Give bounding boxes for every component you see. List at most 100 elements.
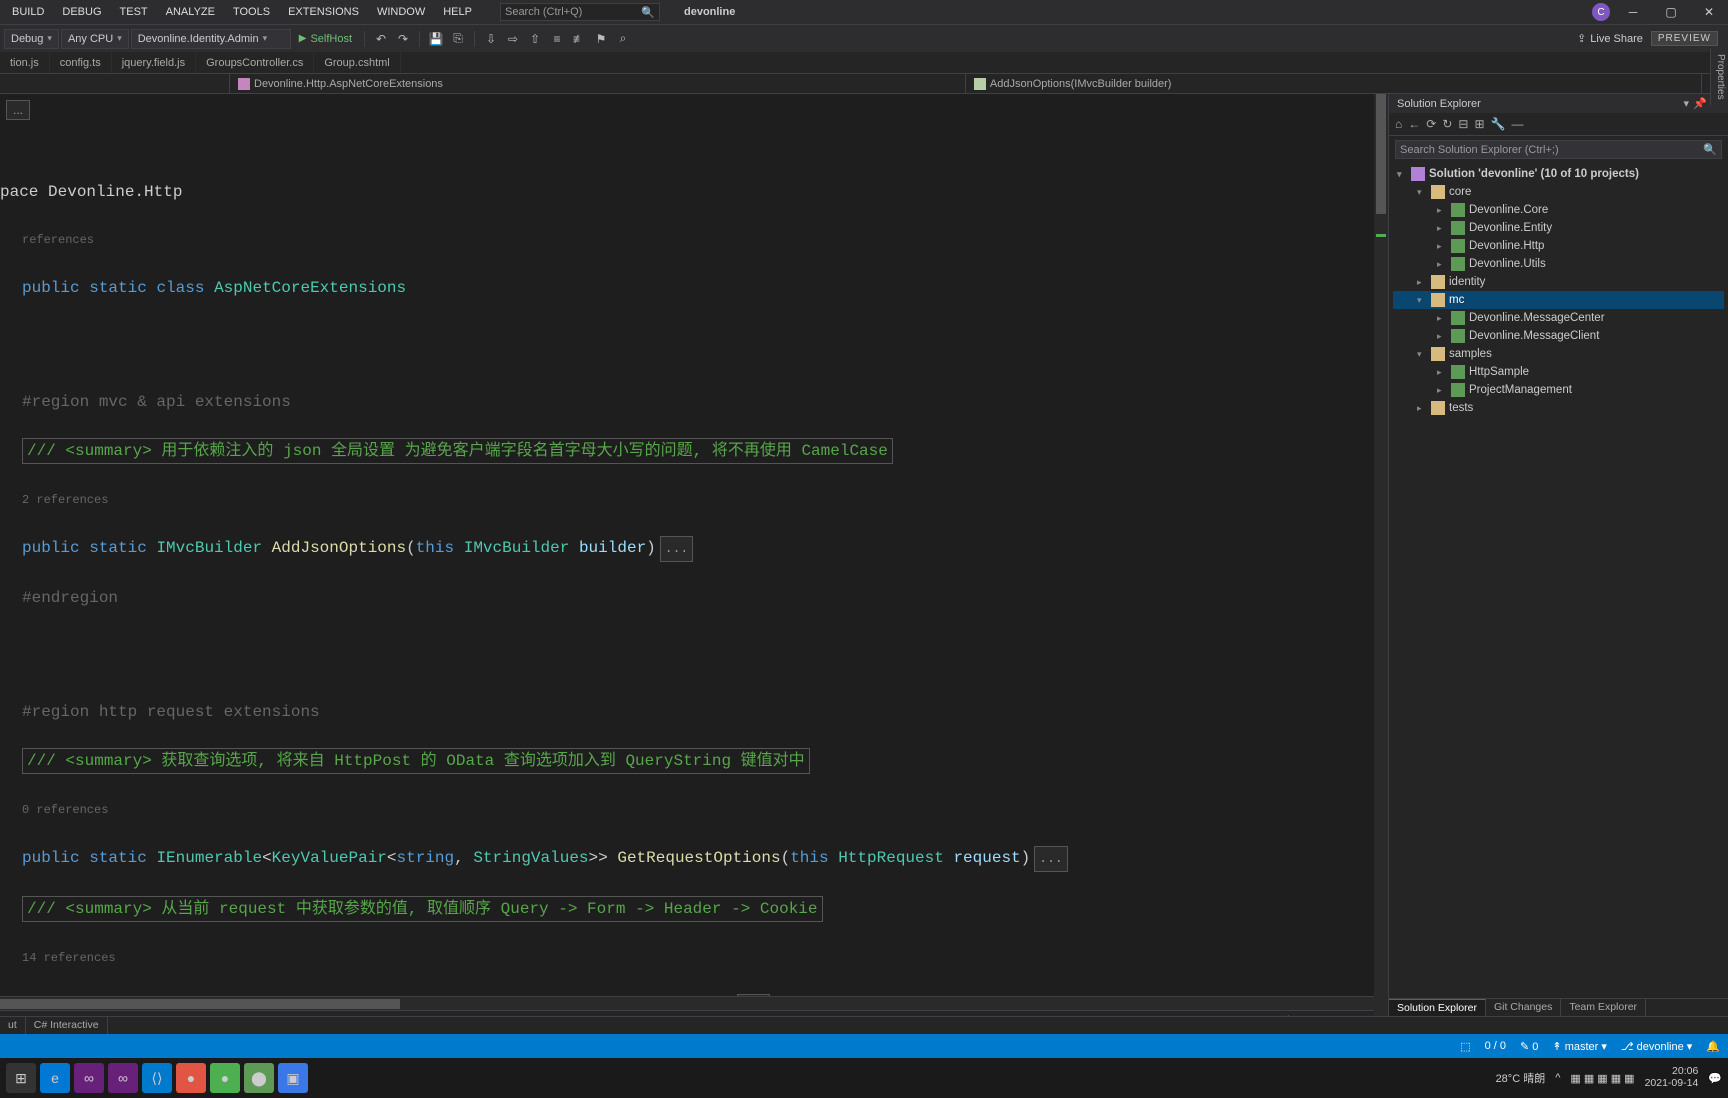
menu-help[interactable]: HELP: [435, 4, 480, 20]
vertical-scrollbar[interactable]: [1374, 94, 1388, 1016]
tab-groupscontroller[interactable]: GroupsController.cs: [196, 52, 314, 73]
back-icon[interactable]: ←: [1408, 117, 1420, 131]
redo-icon[interactable]: ↷: [393, 29, 413, 49]
fold-indicator[interactable]: ...: [6, 100, 30, 120]
uncomment-icon[interactable]: ≢: [569, 29, 589, 49]
tab-output[interactable]: ut: [0, 1017, 26, 1034]
properties-icon[interactable]: 🔧: [1491, 117, 1506, 131]
menu-window[interactable]: WINDOW: [369, 4, 433, 20]
app-icon[interactable]: ▣: [278, 1063, 308, 1093]
nav-scope[interactable]: [0, 74, 230, 93]
project-projectmanagement[interactable]: ▸ProjectManagement: [1393, 381, 1724, 399]
live-share-button[interactable]: ⇪ Live Share: [1577, 32, 1643, 45]
solution-root[interactable]: ▾Solution 'devonline' (10 of 10 projects…: [1393, 165, 1724, 183]
find-icon[interactable]: ⌕: [613, 29, 633, 49]
weather-widget[interactable]: 28°C 晴朗: [1496, 1070, 1546, 1086]
show-all-icon[interactable]: ⊞: [1474, 117, 1484, 131]
tab-configts[interactable]: config.ts: [50, 52, 112, 73]
sync-icon[interactable]: ⟳: [1426, 117, 1436, 131]
collapse-icon[interactable]: ...: [1034, 846, 1067, 872]
tab-solution-explorer[interactable]: Solution Explorer: [1389, 999, 1486, 1016]
project-devonline-http[interactable]: ▸Devonline.Http: [1393, 237, 1724, 255]
project-devonline-entity[interactable]: ▸Devonline.Entity: [1393, 219, 1724, 237]
save-all-icon[interactable]: ⎘: [448, 29, 468, 49]
menu-tools[interactable]: TOOLS: [225, 4, 278, 20]
solution-explorer-toolbar: ⌂ ← ⟳ ↻ ⊟ ⊞ 🔧 —: [1389, 113, 1728, 136]
project-messageclient[interactable]: ▸Devonline.MessageClient: [1393, 327, 1724, 345]
collapse-icon[interactable]: ...: [660, 536, 693, 562]
system-clock[interactable]: 20:06 2021-09-14: [1645, 1066, 1699, 1089]
folder-mc[interactable]: ▾mc: [1393, 291, 1724, 309]
visualstudio-icon[interactable]: ∞: [74, 1063, 104, 1093]
app-icon[interactable]: ⬤: [244, 1063, 274, 1093]
home-icon[interactable]: ⌂: [1395, 117, 1402, 131]
undo-icon[interactable]: ↶: [371, 29, 391, 49]
comment-icon[interactable]: ≡: [547, 29, 567, 49]
start-icon[interactable]: ⊞: [6, 1063, 36, 1093]
horizontal-scrollbar[interactable]: [0, 996, 1388, 1010]
vscroll-thumb[interactable]: [1376, 94, 1386, 214]
menu-build[interactable]: BUILD: [4, 4, 52, 20]
menu-extensions[interactable]: EXTENSIONS: [280, 4, 367, 20]
project-devonline-core[interactable]: ▸Devonline.Core: [1393, 201, 1724, 219]
project-messagecenter[interactable]: ▸Devonline.MessageCenter: [1393, 309, 1724, 327]
folder-tests[interactable]: ▸tests: [1393, 399, 1724, 417]
edge-icon[interactable]: e: [40, 1063, 70, 1093]
tab-groupcshtml[interactable]: Group.cshtml: [314, 52, 400, 73]
app-icon[interactable]: ●: [210, 1063, 240, 1093]
app-icon[interactable]: ●: [176, 1063, 206, 1093]
menu-test[interactable]: TEST: [112, 4, 156, 20]
notifications-icon[interactable]: 💬: [1708, 1072, 1722, 1085]
menu-analyze[interactable]: ANALYZE: [158, 4, 223, 20]
tab-jqueryfield[interactable]: jquery.field.js: [112, 52, 196, 73]
save-icon[interactable]: 💾: [426, 29, 446, 49]
project-devonline-utils[interactable]: ▸Devonline.Utils: [1393, 255, 1724, 273]
codelens-refs[interactable]: 14 references: [22, 946, 1380, 970]
method-icon: [974, 78, 986, 90]
step-out-icon[interactable]: ⇧: [525, 29, 545, 49]
git-repo[interactable]: ⎇ devonline ▾: [1621, 1040, 1692, 1053]
vscode-icon[interactable]: ⟨⟩: [142, 1063, 172, 1093]
notification-icon[interactable]: 🔔: [1706, 1040, 1720, 1053]
tray-chevron-icon[interactable]: ^: [1555, 1072, 1560, 1084]
config-dropdown[interactable]: Debug: [4, 29, 59, 49]
folder-identity[interactable]: ▸identity: [1393, 273, 1724, 291]
global-search-input[interactable]: Search (Ctrl+Q) 🔍: [500, 3, 660, 21]
folder-samples[interactable]: ▾samples: [1393, 345, 1724, 363]
collapse-all-icon[interactable]: ⊟: [1458, 117, 1468, 131]
pin-icon[interactable]: 📌: [1693, 97, 1707, 110]
visualstudio-icon[interactable]: ∞: [108, 1063, 138, 1093]
properties-tool-tab[interactable]: Properties: [1710, 48, 1728, 106]
codelens-refs[interactable]: 0 references: [22, 798, 1380, 822]
tab-tionjs[interactable]: tion.js: [0, 52, 50, 73]
nav-type-dropdown[interactable]: Devonline.Http.AspNetCoreExtensions: [230, 74, 966, 93]
code-editor[interactable]: ... pace Devonline.Http references publi…: [0, 94, 1388, 1016]
platform-dropdown[interactable]: Any CPU: [61, 29, 129, 49]
codelens-refs[interactable]: references: [22, 228, 1380, 252]
menu-debug[interactable]: DEBUG: [54, 4, 109, 20]
refresh-icon[interactable]: ↻: [1442, 117, 1452, 131]
project-httpsample[interactable]: ▸HttpSample: [1393, 363, 1724, 381]
step-over-icon[interactable]: ⇨: [503, 29, 523, 49]
minimize-button[interactable]: ─: [1618, 2, 1648, 22]
folder-core[interactable]: ▾core: [1393, 183, 1724, 201]
preview-icon[interactable]: —: [1511, 117, 1523, 131]
tab-team-explorer[interactable]: Team Explorer: [1561, 999, 1646, 1016]
bookmark-icon[interactable]: ⚑: [591, 29, 611, 49]
startup-project-dropdown[interactable]: Devonline.Identity.Admin: [131, 29, 291, 49]
tab-git-changes[interactable]: Git Changes: [1486, 999, 1561, 1016]
hscroll-thumb[interactable]: [0, 999, 400, 1009]
tab-csharp-interactive[interactable]: C# Interactive: [26, 1017, 108, 1034]
start-debug-button[interactable]: SelfHost: [293, 29, 358, 49]
pin-icon[interactable]: ▾: [1684, 97, 1690, 110]
user-avatar[interactable]: C: [1592, 3, 1610, 21]
errors-count[interactable]: 0 / 0: [1485, 1040, 1506, 1052]
step-into-icon[interactable]: ⇩: [481, 29, 501, 49]
codelens-refs[interactable]: 2 references: [22, 488, 1380, 512]
close-button[interactable]: ✕: [1694, 2, 1724, 22]
git-branch[interactable]: ↟ master ▾: [1552, 1040, 1606, 1053]
tray-icons[interactable]: ▦ ▦ ▦ ▦ ▦: [1570, 1072, 1634, 1085]
solution-search-input[interactable]: Search Solution Explorer (Ctrl+;) 🔍: [1395, 140, 1722, 159]
maximize-button[interactable]: ▢: [1656, 2, 1686, 22]
nav-member-dropdown[interactable]: AddJsonOptions(IMvcBuilder builder): [966, 74, 1702, 93]
